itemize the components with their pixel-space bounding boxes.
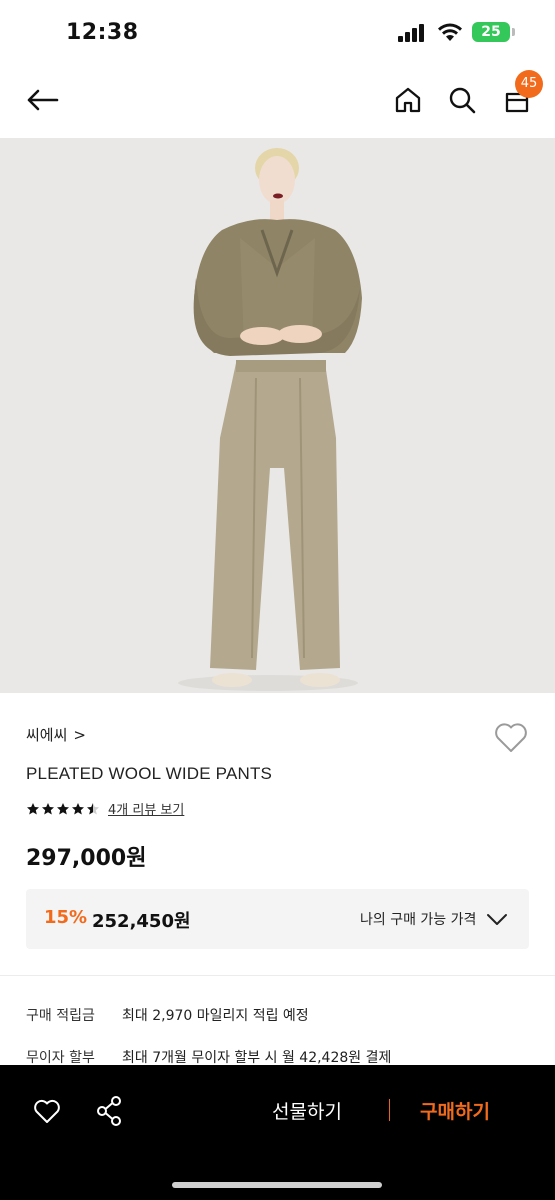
back-button[interactable] <box>22 80 62 120</box>
status-time: 12:38 <box>66 20 139 45</box>
heart-icon <box>34 1099 60 1123</box>
back-arrow-icon <box>27 89 59 111</box>
info-value: 최대 2,970 마일리지 적립 예정 <box>122 1008 309 1024</box>
review-link[interactable]: 4개 리뷰 보기 <box>108 799 184 818</box>
info-value: 최대 7개월 무이자 할부 시 월 42,428원 결제 <box>122 1050 392 1066</box>
info-label: 무이자 할부 <box>26 1050 95 1066</box>
home-icon <box>395 87 421 113</box>
star-icon <box>87 802 99 814</box>
star-icon <box>27 802 39 814</box>
product-photo-illustration <box>0 138 555 693</box>
status-bar: 12:38 25 <box>0 0 555 66</box>
chevron-down-icon <box>487 914 508 925</box>
star-icon <box>42 802 54 814</box>
discount-rate: 15% <box>44 907 88 928</box>
brand-link[interactable]: 씨에씨 > <box>26 724 86 745</box>
installment-row: 무이자 할부 최대 7개월 무이자 할부 시 월 42,428원 결제 <box>26 1047 391 1067</box>
share-button[interactable] <box>94 1095 124 1127</box>
mileage-row: 구매 적립금 최대 2,970 마일리지 적립 예정 <box>26 1005 309 1025</box>
search-icon <box>449 87 476 114</box>
battery-icon: 25 <box>472 22 510 42</box>
my-price-toggle[interactable]: 나의 구매 가능 가격 <box>360 909 508 929</box>
my-price-panel[interactable]: 15% 252,450원 나의 구매 가능 가격 <box>26 889 529 949</box>
star-icon <box>57 802 69 814</box>
heart-icon <box>495 723 527 752</box>
product-price: 297,000원 <box>26 846 147 871</box>
home-indicator <box>172 1182 382 1188</box>
buy-button[interactable]: 구매하기 <box>420 1097 490 1124</box>
my-price-label: 나의 구매 가능 가격 <box>360 912 477 928</box>
product-name: PLEATED WOOL WIDE PANTS <box>26 764 273 783</box>
battery-tip <box>512 28 515 36</box>
search-button[interactable] <box>442 80 482 120</box>
product-image[interactable] <box>0 138 555 693</box>
wishlist-button[interactable] <box>492 718 530 756</box>
section-divider <box>0 975 555 976</box>
chevron-right-icon: > <box>73 725 86 744</box>
rating-row: 4개 리뷰 보기 <box>26 799 184 818</box>
home-button[interactable] <box>388 80 428 120</box>
gift-button[interactable]: 선물하기 <box>272 1097 342 1124</box>
wifi-icon <box>438 23 462 41</box>
cellular-signal-icon <box>398 24 428 42</box>
info-label: 구매 적립금 <box>26 1008 95 1024</box>
rating-stars <box>26 802 100 816</box>
star-icon <box>72 802 84 814</box>
bottom-action-bar: 선물하기 구매하기 <box>0 1065 555 1200</box>
like-button[interactable] <box>32 1096 62 1126</box>
share-icon <box>97 1096 121 1126</box>
brand-name: 씨에씨 <box>26 726 68 744</box>
button-separator <box>389 1099 390 1121</box>
top-nav <box>0 66 555 138</box>
cart-count-badge: 45 <box>515 70 543 98</box>
discount-price: 252,450원 <box>92 911 191 932</box>
